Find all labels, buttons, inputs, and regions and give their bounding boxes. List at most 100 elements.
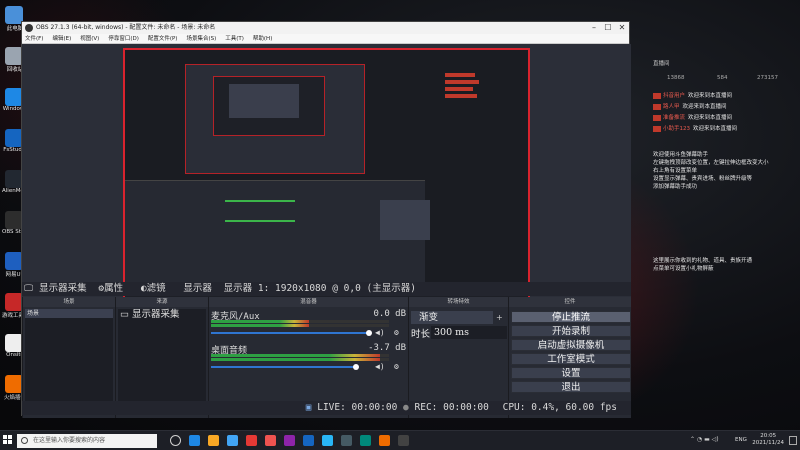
mixer-channel: 桌面音频 -3.7 dB ◀) ⚙: [209, 343, 408, 383]
volume-knob[interactable]: [366, 330, 372, 336]
task-view-icon[interactable]: [170, 435, 181, 446]
live-indicator-icon: ▣: [305, 402, 312, 413]
display-icon: 🖵: [24, 283, 34, 294]
taskbar-clock[interactable]: 20:05 2021/11/24: [752, 433, 784, 447]
minimize-icon[interactable]: –: [587, 22, 601, 34]
chat-user: 路人甲: [663, 104, 680, 110]
search-icon: [21, 437, 28, 444]
store-icon[interactable]: [227, 435, 238, 446]
controls-dock: 控件 停止推流 开始录制 启动虚拟摄像机 工作室模式 设置 退出: [508, 297, 631, 418]
chat-stat: 13868: [667, 75, 685, 81]
app-icon[interactable]: [303, 435, 314, 446]
properties-button[interactable]: ⚙属性: [98, 283, 129, 294]
transition-add-icon[interactable]: +: [496, 313, 503, 322]
chat-title: 直播间: [653, 61, 670, 67]
chat-text: 欢迎来到本直播间: [688, 93, 733, 99]
clock-date: 2021/11/24: [752, 440, 784, 446]
display-label: 显示器: [183, 283, 212, 294]
gear-icon[interactable]: ⚙: [394, 362, 399, 371]
duration-label: 时长: [411, 329, 431, 340]
tray-icons[interactable]: ⌃ ◔ ▬ ◁): [690, 436, 719, 443]
preview-canvas[interactable]: [123, 48, 530, 300]
level-meter: [211, 358, 389, 361]
chat-footer: 这里展示你收到的礼物、道具、贵族开通 点菜单可设置小礼物屏蔽: [653, 257, 799, 273]
level-meter: [211, 324, 389, 327]
menu-item[interactable]: 文件(F): [25, 36, 43, 42]
menu-item[interactable]: 停靠窗口(D): [108, 36, 139, 42]
menu-item[interactable]: 场景集合(S): [186, 36, 216, 42]
nested-controls: [380, 200, 430, 240]
obs-title-bar[interactable]: OBS 27.1.3 (64-bit, windows) - 配置文件: 未命名…: [22, 22, 629, 34]
display-select[interactable]: 显示器 1: 1920x1080 @ 0,0 (主显示器): [224, 283, 416, 294]
source-toolbar: 🖵 显示器采集 ⚙属性 ◐滤镜 显示器 显示器 1: 1920x1080 @ 0,…: [22, 282, 631, 296]
taskbar-search-input[interactable]: 在这里输入你要搜索的内容: [17, 434, 157, 448]
explorer-icon[interactable]: [208, 435, 219, 446]
control-button[interactable]: 工作室模式: [511, 353, 631, 365]
control-button[interactable]: 启动虚拟摄像机: [511, 339, 631, 351]
chat-text: 欢迎来到本直播间: [693, 126, 738, 132]
chat-user: 准备推流: [663, 115, 686, 121]
menu-item[interactable]: 工具(T): [225, 36, 244, 42]
menu-item[interactable]: 配置文件(P): [148, 36, 178, 42]
transitions-header: 转场特效: [409, 297, 508, 307]
speaker-icon[interactable]: ◀): [375, 362, 385, 371]
volume-knob[interactable]: [353, 364, 360, 370]
scenes-list[interactable]: 场景: [25, 309, 113, 406]
gear-icon[interactable]: ⚙: [394, 328, 399, 337]
close-icon[interactable]: ✕: [615, 22, 629, 34]
windows-start-icon[interactable]: [3, 435, 13, 445]
sources-header: 来源: [116, 297, 208, 307]
transition-select[interactable]: 渐变: [411, 311, 493, 324]
maximize-icon[interactable]: ☐: [601, 22, 615, 34]
sources-list[interactable]: ▭ 显示器采集: [118, 309, 206, 406]
filters-button[interactable]: ◐滤镜: [141, 283, 172, 294]
search-placeholder: 在这里输入你要搜索的内容: [33, 437, 106, 444]
transitions-dock: 转场特效 渐变 + 时长 300 ms: [408, 297, 508, 418]
obs-icon[interactable]: [398, 435, 409, 446]
badge-icon: [653, 92, 661, 99]
control-button[interactable]: 退出: [511, 381, 631, 393]
source-item[interactable]: ▭ 显示器采集: [118, 309, 206, 321]
steam-icon[interactable]: [341, 435, 352, 446]
notification-icon[interactable]: [789, 436, 797, 445]
menu-item[interactable]: 视图(V): [80, 36, 99, 42]
control-button[interactable]: 停止推流: [511, 311, 631, 323]
chat-message: 准备推流 欢迎来到本直播间: [653, 114, 732, 123]
menu-item[interactable]: 帮助(H): [253, 36, 272, 42]
notice-line: 右上角有设置菜单: [653, 168, 698, 174]
preview-area[interactable]: [22, 44, 631, 302]
chat-message: 路人甲 欢迎来到本直播间: [653, 103, 727, 112]
taskbar: 在这里输入你要搜索的内容 ⌃ ◔ ▬ ◁) ENG 20:05 2021/11/…: [0, 430, 800, 450]
app-icon[interactable]: [265, 435, 276, 446]
speaker-icon[interactable]: ◀): [375, 328, 385, 337]
mixer-header: 混音器: [209, 297, 408, 307]
chat-user: 抖音用户: [663, 93, 686, 99]
chat-text: 欢迎来到本直播间: [688, 115, 733, 121]
nested-meter: [225, 220, 295, 222]
monitor-icon: ▭: [120, 309, 129, 320]
chat-user: 小助手123: [663, 126, 690, 132]
cpu-fps: CPU: 0.4%, 60.00 fps: [502, 402, 617, 413]
control-button[interactable]: 设置: [511, 367, 631, 379]
app-icon[interactable]: [360, 435, 371, 446]
notice-line: 添加弹幕助手成功: [653, 184, 698, 190]
chat-message: 小助手123 欢迎来到本直播间: [653, 125, 737, 134]
scene-item[interactable]: 场景: [25, 309, 113, 318]
obs-title-text: OBS 27.1.3 (64-bit, windows) - 配置文件: 未命名…: [36, 24, 216, 31]
level-meter: [211, 354, 389, 357]
footer-line: 这里展示你收到的礼物、道具、贵族开通: [653, 258, 753, 264]
app-icon[interactable]: [322, 435, 333, 446]
clock-time: 20:05: [760, 433, 777, 439]
chrome-icon[interactable]: [246, 435, 257, 446]
edge-icon[interactable]: [189, 435, 200, 446]
volume-slider[interactable]: [211, 366, 357, 368]
menu-item[interactable]: 编辑(E): [52, 36, 71, 42]
app-icon[interactable]: [379, 435, 390, 446]
duration-field[interactable]: 300 ms: [431, 326, 507, 339]
nested-chat: [445, 70, 525, 130]
volume-slider[interactable]: [211, 332, 369, 334]
control-button[interactable]: 开始录制: [511, 325, 631, 337]
obs-logo-icon: [25, 24, 33, 32]
app-icon[interactable]: [284, 435, 295, 446]
language-indicator[interactable]: ENG: [735, 437, 747, 443]
